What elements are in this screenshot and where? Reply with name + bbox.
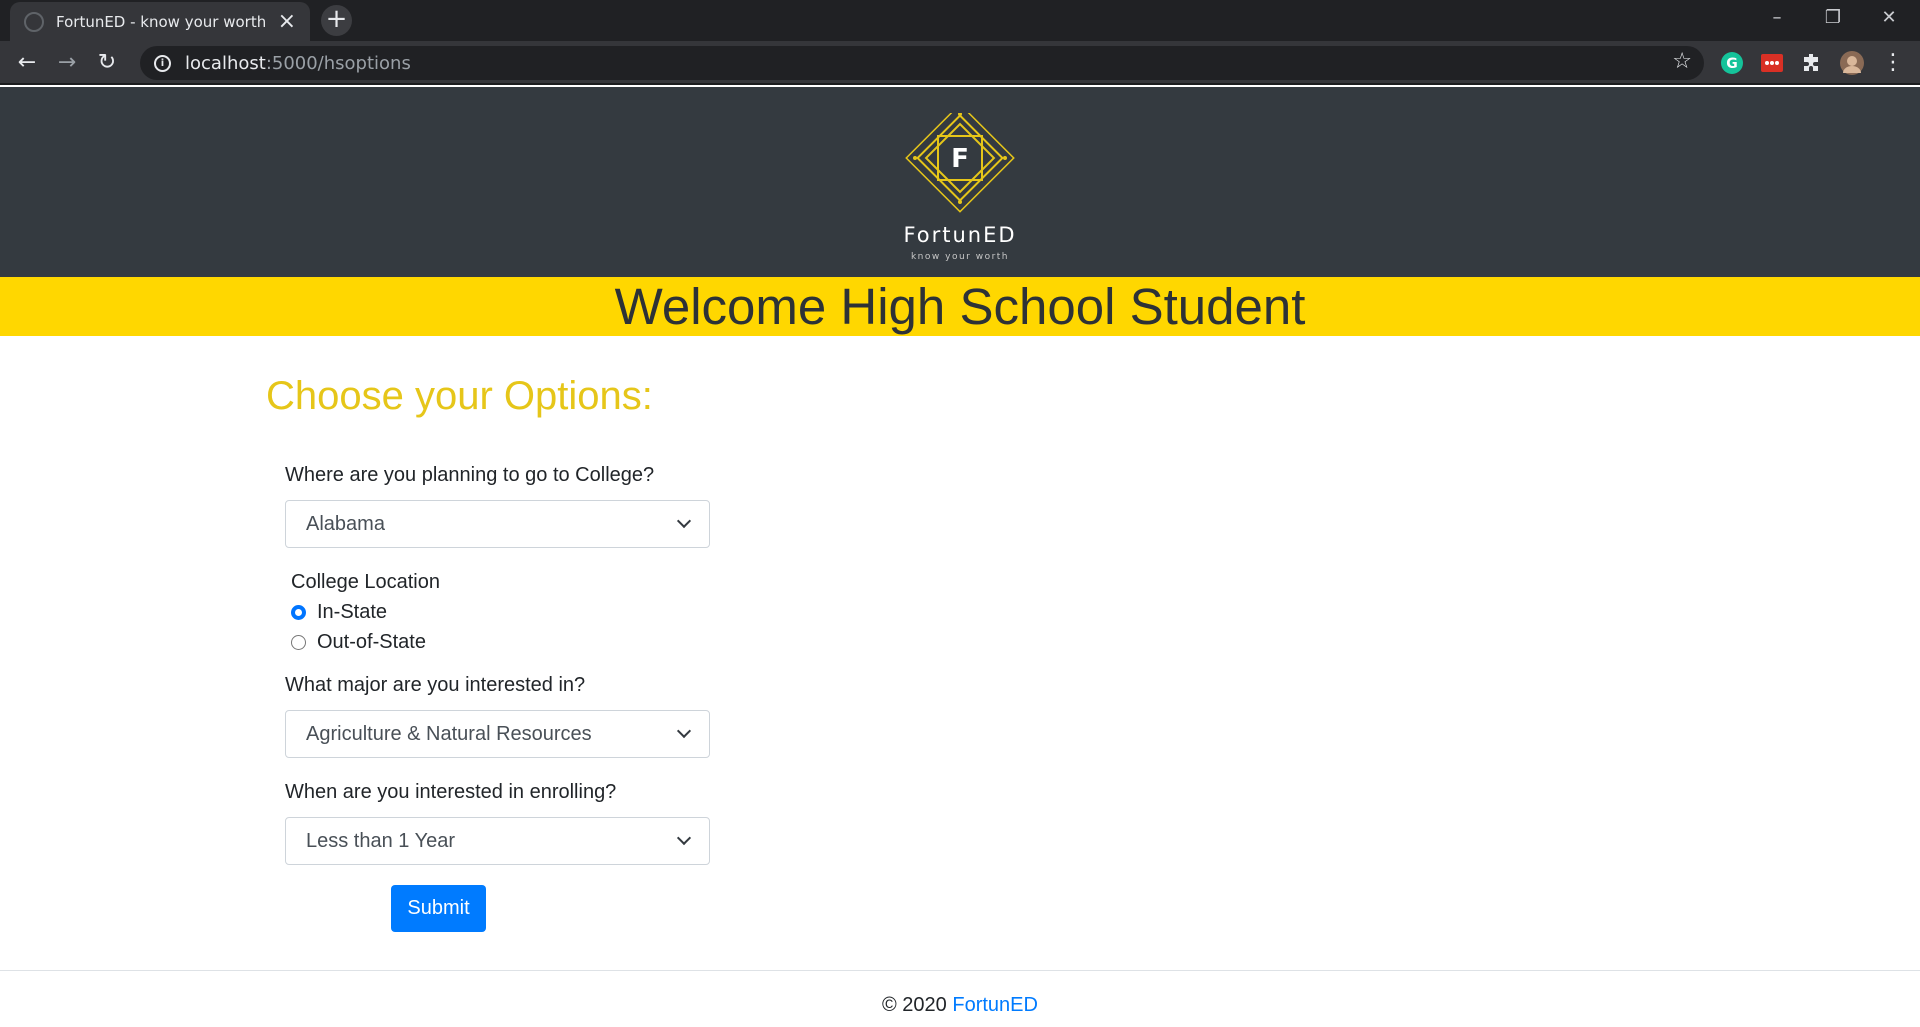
tab-close-icon[interactable]: × bbox=[278, 10, 296, 33]
enroll-select-value: Less than 1 Year bbox=[306, 829, 456, 852]
svg-text:G: G bbox=[1726, 56, 1738, 72]
page-title: Welcome High School Student bbox=[614, 278, 1306, 335]
plus-icon[interactable]: + bbox=[321, 5, 352, 36]
brand-tagline: know your worth bbox=[910, 252, 1010, 262]
college-select-value: Alabama bbox=[306, 512, 385, 535]
chevron-down-icon bbox=[676, 830, 692, 846]
logo-letter: F bbox=[951, 144, 969, 174]
forward-arrow-icon[interactable]: → bbox=[52, 48, 82, 78]
puzzle-extensions-icon[interactable] bbox=[1800, 51, 1824, 75]
red-extension-icon[interactable] bbox=[1760, 51, 1784, 75]
major-question-label: What major are you interested in? bbox=[285, 674, 586, 696]
info-icon[interactable]: i bbox=[154, 54, 171, 72]
grammarly-extension-icon[interactable]: G bbox=[1720, 51, 1744, 75]
brand-logo[interactable]: F FortunED know your worth bbox=[898, 103, 1022, 263]
enroll-select[interactable]: Less than 1 Year bbox=[285, 817, 710, 865]
restore-icon[interactable]: ❐ bbox=[1805, 0, 1861, 36]
options-heading: Choose your Options: bbox=[266, 374, 653, 418]
browser-tab[interactable]: FortunED - know your worth × bbox=[10, 2, 310, 41]
radio-in-state-label: In-State bbox=[317, 601, 388, 623]
close-window-icon[interactable]: ✕ bbox=[1861, 0, 1917, 36]
footer-copyright: © 2020 bbox=[882, 994, 947, 1016]
major-select-value: Agriculture & Natural Resources bbox=[306, 722, 592, 745]
address-bar[interactable]: i localhost:5000/hsoptions ☆ bbox=[140, 46, 1704, 80]
major-select[interactable]: Agriculture & Natural Resources bbox=[285, 710, 710, 758]
college-question-label: Where are you planning to go to College? bbox=[285, 464, 655, 486]
location-label: College Location bbox=[291, 571, 440, 593]
reload-icon[interactable]: ↻ bbox=[92, 48, 122, 78]
enroll-question-label: When are you interested in enrolling? bbox=[285, 781, 617, 803]
bookmark-star-icon[interactable]: ☆ bbox=[1672, 49, 1692, 74]
url-host: localhost bbox=[185, 52, 266, 74]
brand-name: FortunED bbox=[903, 223, 1017, 247]
chevron-down-icon bbox=[676, 723, 692, 739]
browser-toolbar: ← → ↻ i localhost:5000/hsoptions ☆ G ⋮ bbox=[0, 41, 1920, 85]
back-arrow-icon[interactable]: ← bbox=[12, 48, 42, 78]
diamond-logo-icon: F bbox=[905, 103, 1015, 213]
footer: © 2020 FortunED bbox=[0, 994, 1920, 1017]
tab-favicon-icon bbox=[24, 11, 44, 32]
college-select[interactable]: Alabama bbox=[285, 500, 710, 548]
radio-out-of-state-button[interactable] bbox=[291, 635, 306, 650]
url-path: :5000/hsoptions bbox=[265, 52, 411, 74]
minimize-icon[interactable]: – bbox=[1749, 0, 1805, 36]
radio-out-of-state-label: Out-of-State bbox=[317, 631, 426, 653]
radio-out-of-state[interactable]: Out-of-State bbox=[291, 631, 426, 654]
radio-in-state-button[interactable] bbox=[291, 605, 306, 620]
menu-dots-icon[interactable]: ⋮ bbox=[1878, 48, 1908, 78]
avatar[interactable] bbox=[1840, 51, 1864, 75]
submit-button[interactable]: Submit bbox=[391, 885, 486, 932]
footer-divider bbox=[0, 970, 1920, 971]
tab-title: FortunED - know your worth bbox=[56, 12, 267, 31]
radio-in-state[interactable]: In-State bbox=[291, 601, 387, 624]
chevron-down-icon bbox=[676, 513, 692, 529]
welcome-banner: Welcome High School Student bbox=[0, 277, 1920, 336]
browser-tabstrip: FortunED - know your worth × + – ❐ ✕ bbox=[0, 0, 1920, 41]
site-header: F FortunED know your worth bbox=[0, 87, 1920, 277]
footer-brand-link[interactable]: FortunED bbox=[952, 994, 1038, 1016]
